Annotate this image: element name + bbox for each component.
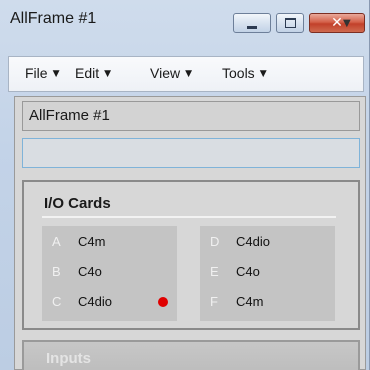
slot-letter: E xyxy=(210,264,219,279)
card-slot-e[interactable]: E C4o xyxy=(200,258,335,286)
card-name: C4o xyxy=(236,264,260,279)
card-group-left: A C4m B C4o C C4dio xyxy=(42,226,177,321)
menu-edit[interactable]: Edit ▼ xyxy=(75,65,111,81)
slot-letter: D xyxy=(210,234,220,249)
card-slot-f[interactable]: F C4m xyxy=(200,288,335,316)
menu-view[interactable]: View ▼ xyxy=(150,65,192,81)
chevron-down-icon: ▼ xyxy=(185,69,193,79)
minimize-button[interactable] xyxy=(233,13,271,33)
status-indicator-dot xyxy=(158,297,168,307)
card-name: C4m xyxy=(78,234,106,249)
frame-name-field[interactable]: AllFrame #1 xyxy=(22,101,360,131)
minimize-icon xyxy=(247,25,257,29)
title-bar[interactable]: AllFrame #1 ✕ xyxy=(0,0,369,40)
app-window: AllFrame #1 ✕ File ▼ Edit ▼ View ▼ Tools ▼ ▼… xyxy=(0,0,370,370)
chevron-down-icon: ▼ xyxy=(104,69,112,79)
inputs-title: Inputs xyxy=(46,350,91,367)
menu-tools-label: Tools xyxy=(222,65,255,81)
card-name: C4dio xyxy=(78,294,112,309)
slot-letter: B xyxy=(52,264,61,279)
maximize-icon xyxy=(284,18,296,28)
card-slot-a[interactable]: A C4m xyxy=(42,228,177,256)
card-name: C4m xyxy=(236,294,264,309)
card-name: C4o xyxy=(78,264,102,279)
section-divider xyxy=(42,216,336,218)
menu-file[interactable]: File ▼ xyxy=(25,65,59,81)
menu-edit-label: Edit xyxy=(75,65,100,81)
close-icon: ✕ xyxy=(331,15,343,31)
menu-view-label: View xyxy=(150,65,181,81)
menu-tools[interactable]: Tools ▼ xyxy=(222,65,267,81)
close-button[interactable]: ✕ xyxy=(309,13,365,33)
card-slot-c[interactable]: C C4dio xyxy=(42,288,177,316)
toolbar-overflow-icon[interactable]: ▼ xyxy=(343,18,351,29)
menu-bar: File ▼ Edit ▼ View ▼ Tools ▼ xyxy=(8,56,364,92)
window-title: AllFrame #1 xyxy=(10,10,97,27)
maximize-button[interactable] xyxy=(276,13,304,33)
chevron-down-icon: ▼ xyxy=(52,69,60,79)
card-slot-b[interactable]: B C4o xyxy=(42,258,177,286)
slot-letter: C xyxy=(52,294,62,309)
chevron-down-icon: ▼ xyxy=(259,69,267,79)
slot-letter: F xyxy=(210,294,218,309)
card-group-right: D C4dio E C4o F C4m xyxy=(200,226,335,321)
slot-letter: A xyxy=(52,234,61,249)
card-slot-d[interactable]: D C4dio xyxy=(200,228,335,256)
io-cards-title: I/O Cards xyxy=(44,195,111,212)
secondary-input[interactable] xyxy=(22,138,360,168)
card-name: C4dio xyxy=(236,234,270,249)
menu-file-label: File xyxy=(25,65,48,81)
